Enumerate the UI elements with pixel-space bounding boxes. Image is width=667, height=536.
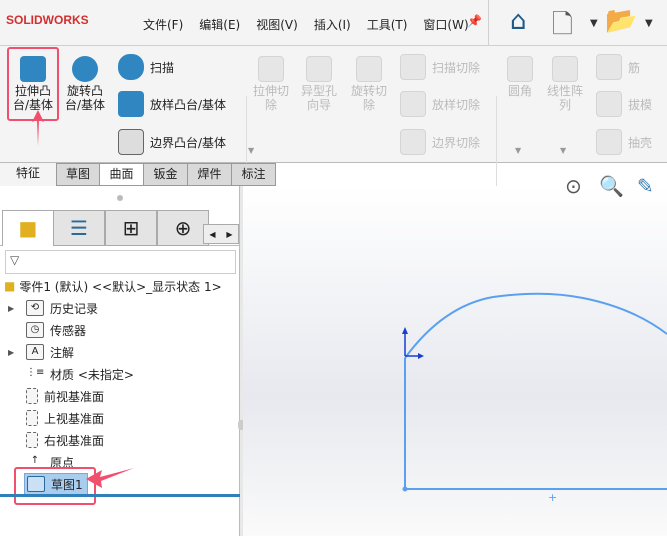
plane-icon bbox=[26, 388, 38, 404]
tree-item-history[interactable]: ▶ ⟲ 历史记录 bbox=[0, 297, 98, 319]
revolve-icon bbox=[72, 56, 98, 82]
solidworks-logo: SOLIDWORKS bbox=[6, 13, 89, 27]
boundary-cut-icon bbox=[400, 129, 426, 155]
tree-item-front-plane[interactable]: 前视基准面 bbox=[0, 385, 104, 407]
boundary-icon bbox=[118, 129, 144, 155]
shell-icon bbox=[596, 129, 622, 155]
sweep-cut-button[interactable]: 扫描切除 bbox=[400, 54, 480, 80]
property-manager-tab-icon[interactable]: ☰ bbox=[53, 210, 105, 246]
rollback-bar[interactable] bbox=[0, 494, 240, 497]
tree-item-material[interactable]: ⋮≡ 材质 <未指定> bbox=[0, 363, 134, 385]
linear-pattern-button[interactable]: 线性阵 列 bbox=[542, 56, 588, 112]
tree-root[interactable]: ■ 零件1 (默认) <<默认>_显示状态 1> bbox=[4, 275, 222, 297]
sweep-button[interactable]: 扫描 bbox=[118, 54, 174, 80]
home-icon[interactable]: ⌂ bbox=[510, 6, 527, 36]
origin-point bbox=[402, 486, 408, 492]
linear-pattern-icon bbox=[552, 56, 578, 82]
feature-manager-panel: ■ ☰ ⊞ ⊕ ◀ ▶ ▽ ■ 零件1 (默认) <<默认>_显示状态 1> ▶ ⟲ 历… bbox=[0, 186, 240, 536]
sensor-folder-icon: ◷ bbox=[26, 322, 44, 338]
material-icon: ⋮≡ bbox=[26, 367, 45, 378]
extrude-cut-icon bbox=[258, 56, 284, 82]
command-tabs: 特征 草图 曲面 钣金 焊件 标注 bbox=[0, 163, 276, 186]
boundary-boss-button[interactable]: 边界凸台/基体 bbox=[118, 129, 226, 155]
panel-grip[interactable] bbox=[117, 195, 123, 201]
feature-manager-tab-icon[interactable]: ■ bbox=[2, 210, 54, 246]
hole-wizard-icon bbox=[306, 56, 332, 82]
loft-icon bbox=[118, 91, 144, 117]
panel-tabs: ■ ☰ ⊞ ⊕ ◀ ▶ bbox=[0, 210, 240, 246]
graphics-area[interactable]: ⊙ 🔍 ✎ + bbox=[243, 174, 667, 536]
tab-surfaces[interactable]: 曲面 bbox=[100, 163, 144, 186]
menu-view[interactable]: 视图(V) bbox=[256, 16, 298, 33]
divider bbox=[488, 0, 489, 46]
menu-tools[interactable]: 工具(T) bbox=[367, 16, 408, 33]
part-icon: ■ bbox=[4, 279, 16, 293]
tab-sheet-metal[interactable]: 钣金 bbox=[144, 163, 188, 186]
menu-window[interactable]: 窗口(W) bbox=[423, 16, 468, 33]
rib-icon bbox=[596, 54, 622, 80]
annotation-folder-icon: A bbox=[26, 344, 44, 360]
hole-wizard-button[interactable]: 异型孔 向导 bbox=[298, 56, 340, 112]
plane-icon bbox=[26, 410, 38, 426]
configuration-manager-tab-icon[interactable]: ⊞ bbox=[105, 210, 157, 246]
draft-button[interactable]: 拔模 bbox=[596, 91, 652, 117]
tab-sketch[interactable]: 草图 bbox=[56, 163, 100, 186]
menu-file[interactable]: 文件(F) bbox=[143, 16, 183, 33]
tree-item-top-plane[interactable]: 上视基准面 bbox=[0, 407, 104, 429]
open-folder-icon[interactable]: 📂 bbox=[605, 6, 637, 36]
tab-scroll: ◀ ▶ bbox=[203, 224, 239, 244]
loft-cut-icon bbox=[400, 91, 426, 117]
chevron-down-icon[interactable]: ▼ bbox=[645, 18, 653, 29]
new-document-icon[interactable]: 🗋 bbox=[552, 6, 573, 50]
chevron-down-icon[interactable]: ▼ bbox=[515, 146, 521, 155]
menu-insert[interactable]: 插入(I) bbox=[314, 16, 351, 33]
tab-markup[interactable]: 标注 bbox=[232, 163, 276, 186]
tree-item-sensors[interactable]: ◷ 传感器 bbox=[0, 319, 86, 341]
history-folder-icon: ⟲ bbox=[26, 300, 44, 316]
menu-bar: 文件(F) 编辑(E) 视图(V) 插入(I) 工具(T) 窗口(W) bbox=[143, 16, 485, 33]
fillet-button[interactable]: 圆角 bbox=[502, 56, 538, 98]
menu-edit[interactable]: 编辑(E) bbox=[199, 16, 240, 33]
annotation-arrow-icon bbox=[86, 468, 134, 488]
sweep-icon bbox=[118, 54, 144, 80]
sketch-origin-marker: + bbox=[548, 491, 557, 504]
rib-button[interactable]: 筋 bbox=[596, 54, 640, 80]
chevron-down-icon[interactable]: ▼ bbox=[560, 146, 566, 155]
revolve-cut-icon bbox=[356, 56, 382, 82]
annotation-arrow-icon bbox=[32, 110, 44, 146]
tab-features[interactable]: 特征 bbox=[0, 163, 56, 186]
fillet-icon bbox=[507, 56, 533, 82]
loft-button[interactable]: 放样凸台/基体 bbox=[118, 91, 226, 117]
sketch-arc bbox=[404, 292, 667, 359]
chevron-down-icon[interactable]: ▼ bbox=[248, 146, 254, 155]
scroll-left-icon[interactable]: ◀ bbox=[209, 230, 215, 239]
revolve-boss-button[interactable]: 旋转凸 台/基体 bbox=[62, 56, 108, 112]
scroll-right-icon[interactable]: ▶ bbox=[226, 230, 232, 239]
extrude-cut-button[interactable]: 拉伸切 除 bbox=[250, 56, 292, 112]
sweep-cut-icon bbox=[400, 54, 426, 80]
feature-ribbon: 拉伸凸 台/基体 旋转凸 台/基体 扫描 放样凸台/基体 边界凸台/基体 拉伸切… bbox=[0, 46, 667, 201]
filter-icon[interactable]: ▽ bbox=[5, 250, 236, 274]
chevron-down-icon[interactable]: ▼ bbox=[590, 18, 598, 29]
draft-icon bbox=[596, 91, 622, 117]
dimxpert-tab-icon[interactable]: ⊕ bbox=[157, 210, 209, 246]
tab-weldments[interactable]: 焊件 bbox=[188, 163, 232, 186]
revolve-cut-button[interactable]: 旋转切 除 bbox=[348, 56, 390, 112]
shell-button[interactable]: 抽壳 bbox=[596, 129, 652, 155]
title-bar: SOLIDWORKS 文件(F) 编辑(E) 视图(V) 插入(I) 工具(T)… bbox=[0, 0, 667, 46]
loft-cut-button[interactable]: 放样切除 bbox=[400, 91, 480, 117]
tree-item-right-plane[interactable]: 右视基准面 bbox=[0, 429, 104, 451]
origin-axes-icon bbox=[402, 327, 424, 359]
sketch-canvas: + bbox=[402, 292, 667, 504]
pin-icon[interactable]: 📌 bbox=[467, 14, 482, 28]
plane-icon bbox=[26, 432, 38, 448]
boundary-cut-button[interactable]: 边界切除 bbox=[400, 129, 480, 155]
tree-item-annotations[interactable]: ▶ A 注解 bbox=[0, 341, 74, 363]
expand-icon[interactable]: ▶ bbox=[8, 304, 18, 313]
expand-icon[interactable]: ▶ bbox=[8, 348, 18, 357]
